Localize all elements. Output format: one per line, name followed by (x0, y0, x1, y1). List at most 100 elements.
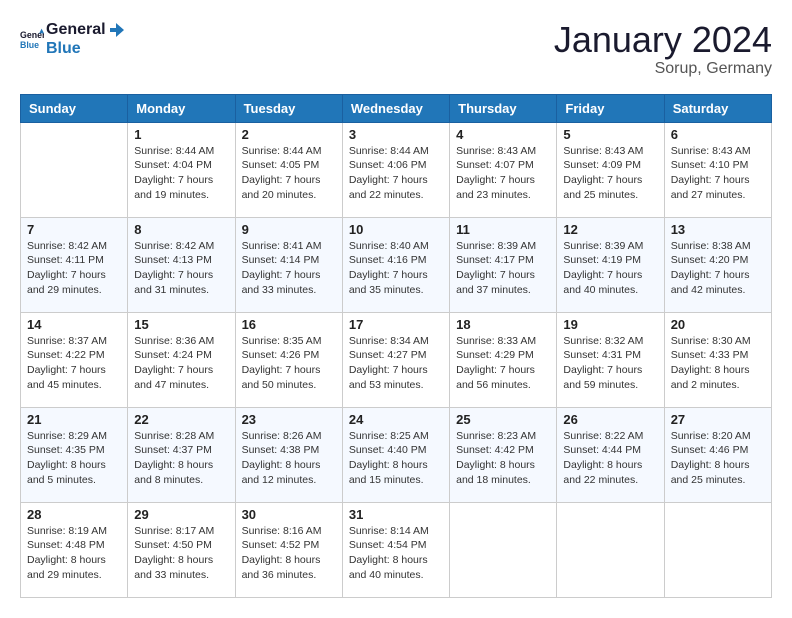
day-number: 29 (134, 507, 228, 522)
calendar-cell: 15 Sunrise: 8:36 AMSunset: 4:24 PMDayligh… (128, 312, 235, 407)
calendar-cell: 20Sunrise: 8:30 AMSunset: 4:33 PMDayligh… (664, 312, 771, 407)
day-info: Sunrise: 8:42 AMSunset: 4:13 PMDaylight:… (134, 239, 228, 298)
day-info: Sunrise: 8:19 AMSunset: 4:48 PMDaylight:… (27, 524, 121, 583)
day-number: 3 (349, 127, 443, 142)
day-info: Sunrise: 8:16 AMSunset: 4:52 PMDaylight:… (242, 524, 336, 583)
day-number: 13 (671, 222, 765, 237)
day-info: Sunrise: 8:40 AMSunset: 4:16 PMDaylight:… (349, 239, 443, 298)
day-info: Sunrise: 8:26 AMSunset: 4:38 PMDaylight:… (242, 429, 336, 488)
day-number: 20 (671, 317, 765, 332)
week-row-1: 1Sunrise: 8:44 AMSunset: 4:04 PMDaylight… (21, 122, 772, 217)
day-number: 28 (27, 507, 121, 522)
calendar-cell: 18Sunrise: 8:33 AMSunset: 4:29 PMDayligh… (450, 312, 557, 407)
day-info: Sunrise: 8:36 AMSunset: 4:24 PMDaylight:… (134, 334, 228, 393)
day-info: Sunrise: 8:44 AMSunset: 4:05 PMDaylight:… (242, 144, 336, 203)
day-number: 2 (242, 127, 336, 142)
calendar-cell: 9 Sunrise: 8:41 AMSunset: 4:14 PMDaylight… (235, 217, 342, 312)
column-header-monday: Monday (128, 94, 235, 122)
calendar-cell: 7Sunrise: 8:42 AMSunset: 4:11 PMDaylight… (21, 217, 128, 312)
column-header-tuesday: Tuesday (235, 94, 342, 122)
week-row-3: 14 Sunrise: 8:37 AMSunset: 4:22 PMDayligh… (21, 312, 772, 407)
day-number: 19 (563, 317, 657, 332)
day-info: Sunrise: 8:14 AMSunset: 4:54 PMDaylight:… (349, 524, 443, 583)
day-number: 9 (242, 222, 336, 237)
column-header-thursday: Thursday (450, 94, 557, 122)
calendar-cell: 12Sunrise: 8:39 AMSunset: 4:19 PMDayligh… (557, 217, 664, 312)
day-info: Sunrise: 8:37 AMSunset: 4:22 PMDaylight:… (27, 334, 121, 393)
calendar-cell: 13 Sunrise: 8:38 AMSunset: 4:20 PMDayligh… (664, 217, 771, 312)
calendar-header-row: SundayMondayTuesdayWednesdayThursdayFrid… (21, 94, 772, 122)
calendar-cell: 5 Sunrise: 8:43 AMSunset: 4:09 PMDaylight… (557, 122, 664, 217)
calendar-cell: 19Sunrise: 8:32 AMSunset: 4:31 PMDayligh… (557, 312, 664, 407)
day-number: 5 (563, 127, 657, 142)
day-info: Sunrise: 8:17 AMSunset: 4:50 PMDaylight:… (134, 524, 228, 583)
location: Sorup, Germany (554, 60, 772, 78)
calendar-cell: 30 Sunrise: 8:16 AMSunset: 4:52 PMDayligh… (235, 502, 342, 597)
day-info: Sunrise: 8:41 AMSunset: 4:14 PMDaylight:… (242, 239, 336, 298)
day-number: 30 (242, 507, 336, 522)
day-info: Sunrise: 8:39 AMSunset: 4:17 PMDaylight:… (456, 239, 550, 298)
calendar-cell: 2 Sunrise: 8:44 AMSunset: 4:05 PMDaylight… (235, 122, 342, 217)
day-info: Sunrise: 8:38 AMSunset: 4:20 PMDaylight:… (671, 239, 765, 298)
logo: General Blue General Blue (20, 20, 126, 58)
calendar-cell: 10 Sunrise: 8:40 AMSunset: 4:16 PMDayligh… (342, 217, 449, 312)
day-number: 4 (456, 127, 550, 142)
calendar-cell: 26Sunrise: 8:22 AMSunset: 4:44 PMDayligh… (557, 407, 664, 502)
calendar-cell: 14 Sunrise: 8:37 AMSunset: 4:22 PMDayligh… (21, 312, 128, 407)
week-row-5: 28 Sunrise: 8:19 AMSunset: 4:48 PMDayligh… (21, 502, 772, 597)
calendar-cell: 16 Sunrise: 8:35 AMSunset: 4:26 PMDayligh… (235, 312, 342, 407)
day-info: Sunrise: 8:43 AMSunset: 4:09 PMDaylight:… (563, 144, 657, 203)
calendar-cell: 25 Sunrise: 8:23 AMSunset: 4:42 PMDayligh… (450, 407, 557, 502)
svg-text:Blue: Blue (20, 40, 39, 50)
day-number: 27 (671, 412, 765, 427)
calendar-cell: 24Sunrise: 8:25 AMSunset: 4:40 PMDayligh… (342, 407, 449, 502)
calendar-cell (664, 502, 771, 597)
column-header-wednesday: Wednesday (342, 94, 449, 122)
calendar-cell: 6Sunrise: 8:43 AMSunset: 4:10 PMDaylight… (664, 122, 771, 217)
week-row-4: 21Sunrise: 8:29 AMSunset: 4:35 PMDayligh… (21, 407, 772, 502)
day-number: 8 (134, 222, 228, 237)
calendar-cell: 22 Sunrise: 8:28 AMSunset: 4:37 PMDayligh… (128, 407, 235, 502)
day-info: Sunrise: 8:20 AMSunset: 4:46 PMDaylight:… (671, 429, 765, 488)
day-number: 6 (671, 127, 765, 142)
day-info: Sunrise: 8:33 AMSunset: 4:29 PMDaylight:… (456, 334, 550, 393)
day-number: 16 (242, 317, 336, 332)
day-info: Sunrise: 8:44 AMSunset: 4:06 PMDaylight:… (349, 144, 443, 203)
day-info: Sunrise: 8:44 AMSunset: 4:04 PMDaylight:… (134, 144, 228, 203)
day-number: 10 (349, 222, 443, 237)
column-header-saturday: Saturday (664, 94, 771, 122)
column-header-friday: Friday (557, 94, 664, 122)
day-info: Sunrise: 8:42 AMSunset: 4:11 PMDaylight:… (27, 239, 121, 298)
calendar-cell: 29 Sunrise: 8:17 AMSunset: 4:50 PMDayligh… (128, 502, 235, 597)
day-info: Sunrise: 8:23 AMSunset: 4:42 PMDaylight:… (456, 429, 550, 488)
calendar-cell: 11Sunrise: 8:39 AMSunset: 4:17 PMDayligh… (450, 217, 557, 312)
calendar-cell: 27 Sunrise: 8:20 AMSunset: 4:46 PMDayligh… (664, 407, 771, 502)
day-info: Sunrise: 8:28 AMSunset: 4:37 PMDaylight:… (134, 429, 228, 488)
calendar-cell: 17Sunrise: 8:34 AMSunset: 4:27 PMDayligh… (342, 312, 449, 407)
day-number: 23 (242, 412, 336, 427)
day-info: Sunrise: 8:25 AMSunset: 4:40 PMDaylight:… (349, 429, 443, 488)
day-info: Sunrise: 8:34 AMSunset: 4:27 PMDaylight:… (349, 334, 443, 393)
calendar-cell (450, 502, 557, 597)
day-number: 26 (563, 412, 657, 427)
calendar-cell: 8 Sunrise: 8:42 AMSunset: 4:13 PMDaylight… (128, 217, 235, 312)
month-title: January 2024 (554, 20, 772, 60)
day-number: 14 (27, 317, 121, 332)
logo-line2: Blue (46, 39, 126, 58)
column-header-sunday: Sunday (21, 94, 128, 122)
day-number: 15 (134, 317, 228, 332)
day-number: 25 (456, 412, 550, 427)
calendar-cell: 23 Sunrise: 8:26 AMSunset: 4:38 PMDayligh… (235, 407, 342, 502)
calendar-cell: 3 Sunrise: 8:44 AMSunset: 4:06 PMDaylight… (342, 122, 449, 217)
day-info: Sunrise: 8:43 AMSunset: 4:07 PMDaylight:… (456, 144, 550, 203)
calendar-cell: 31Sunrise: 8:14 AMSunset: 4:54 PMDayligh… (342, 502, 449, 597)
logo-arrow-icon (108, 21, 126, 39)
day-number: 22 (134, 412, 228, 427)
title-block: January 2024 Sorup, Germany (554, 20, 772, 78)
calendar-cell: 28 Sunrise: 8:19 AMSunset: 4:48 PMDayligh… (21, 502, 128, 597)
calendar-table: SundayMondayTuesdayWednesdayThursdayFrid… (20, 94, 772, 598)
day-info: Sunrise: 8:35 AMSunset: 4:26 PMDaylight:… (242, 334, 336, 393)
calendar-cell (557, 502, 664, 597)
day-number: 21 (27, 412, 121, 427)
logo-icon: General Blue (20, 27, 44, 51)
